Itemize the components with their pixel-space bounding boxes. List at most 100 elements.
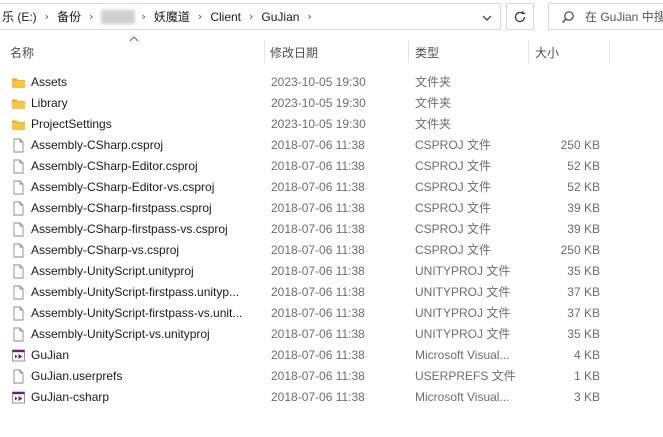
file-row[interactable]: Assembly-UnityScript-firstpass.unityp...… [0, 282, 663, 303]
file-name: Assembly-CSharp-firstpass.csproj [31, 201, 212, 215]
breadcrumb-gujian[interactable]: GuJian [258, 10, 302, 24]
file-date: 2018-07-06 11:38 [271, 390, 365, 404]
folder-icon [11, 75, 26, 90]
column-divider[interactable] [528, 40, 529, 64]
file-date: 2023-10-05 19:30 [271, 117, 366, 131]
file-size: 250 KB [560, 243, 600, 257]
file-size: 52 KB [567, 159, 600, 173]
file-date: 2018-07-06 11:38 [271, 180, 365, 194]
file-type: USERPREFS 文件 [415, 369, 516, 383]
file-row[interactable]: Assembly-CSharp-Editor-vs.csproj 2018-07-… [0, 177, 663, 198]
breadcrumb-drive[interactable]: 乐 (E:) [0, 8, 40, 25]
file-row[interactable]: Assembly-UnityScript.unityproj 2018-07-06… [0, 261, 663, 282]
file-row[interactable]: Assembly-CSharp-firstpass.csproj 2018-07-… [0, 198, 663, 219]
file-row[interactable]: Assembly-UnityScript-vs.unityproj 2018-07… [0, 324, 663, 345]
breadcrumb-redacted[interactable] [100, 9, 135, 24]
file-date: 2018-07-06 11:38 [271, 201, 365, 215]
file-name: Library [31, 96, 68, 110]
file-size: 37 KB [567, 285, 600, 299]
refresh-button[interactable] [506, 3, 534, 30]
file-icon [11, 285, 26, 300]
chevron-right-icon[interactable]: › [40, 10, 54, 23]
file-icon [11, 369, 26, 384]
file-size [530, 72, 600, 93]
refresh-icon [514, 10, 526, 22]
file-type: UNITYPROJ 文件 [415, 327, 511, 341]
column-header-type[interactable]: 类型 [415, 38, 439, 66]
column-divider[interactable] [408, 40, 409, 64]
address-bar[interactable]: 乐 (E:) › 备份 › › 妖魔道 › Client › GuJian › [0, 3, 501, 30]
file-name: GuJian.userprefs [31, 369, 123, 383]
file-icon [11, 180, 26, 195]
file-name: Assembly-CSharp-Editor-vs.csproj [31, 180, 215, 194]
file-type: Microsoft Visual... [415, 348, 510, 362]
file-date: 2018-07-06 11:38 [271, 159, 365, 173]
file-icon [11, 327, 26, 342]
file-date: 2018-07-06 11:38 [271, 369, 365, 383]
chevron-down-icon[interactable] [480, 11, 494, 25]
breadcrumb-backup[interactable]: 备份 [54, 8, 84, 25]
file-row[interactable]: Assembly-CSharp.csproj 2018-07-06 11:38 CS… [0, 135, 663, 156]
file-row[interactable]: GuJian.userprefs 2018-07-06 11:38 USERPREF… [0, 366, 663, 387]
file-date: 2023-10-05 19:30 [271, 96, 366, 110]
column-header-size[interactable]: 大小 [535, 38, 559, 66]
visual-studio-icon [11, 348, 26, 363]
file-icon [11, 264, 26, 279]
file-size [530, 93, 600, 114]
file-row[interactable]: Assembly-UnityScript-firstpass-vs.unit..… [0, 303, 663, 324]
folder-icon [11, 96, 26, 111]
file-type: CSPROJ 文件 [415, 222, 492, 236]
file-name: Assembly-UnityScript-firstpass-vs.unit..… [31, 306, 243, 320]
chevron-right-icon[interactable]: › [302, 10, 316, 23]
file-row[interactable]: Assembly-CSharp-firstpass-vs.csproj 2018-… [0, 219, 663, 240]
file-row[interactable]: Library 2023-10-05 19:30 文件夹 [0, 93, 663, 114]
file-type: 文件夹 [415, 96, 452, 110]
file-size: 3 KB [573, 390, 600, 404]
file-date: 2018-07-06 11:38 [271, 264, 365, 278]
file-icon [11, 306, 26, 321]
chevron-right-icon[interactable]: › [137, 10, 151, 23]
chevron-right-icon[interactable]: › [84, 10, 98, 23]
file-size: 250 KB [560, 138, 600, 152]
breadcrumb-yaomodao[interactable]: 妖魔道 [151, 8, 193, 25]
column-divider[interactable] [264, 40, 265, 64]
file-size: 39 KB [567, 201, 600, 215]
visual-studio-icon [11, 390, 26, 405]
file-name: Assembly-CSharp-firstpass-vs.csproj [31, 222, 228, 236]
breadcrumb-client[interactable]: Client [207, 10, 244, 24]
breadcrumb: 乐 (E:) › 备份 › › 妖魔道 › Client › GuJian › [0, 4, 317, 29]
file-row[interactable]: GuJian 2018-07-06 11:38 Microsoft Visual..… [0, 345, 663, 366]
file-icon [11, 243, 26, 258]
file-date: 2018-07-06 11:38 [271, 138, 365, 152]
file-name: ProjectSettings [31, 117, 112, 131]
file-icon [11, 159, 26, 174]
file-type: CSPROJ 文件 [415, 201, 492, 215]
file-type: UNITYPROJ 文件 [415, 285, 511, 299]
file-size: 4 KB [573, 348, 600, 362]
file-list: Assets 2023-10-05 19:30 文件夹 Library 2023-10… [0, 72, 663, 408]
file-size: 1 KB [573, 369, 600, 383]
file-row[interactable]: Assets 2023-10-05 19:30 文件夹 [0, 72, 663, 93]
chevron-right-icon[interactable]: › [193, 10, 207, 23]
file-type: UNITYPROJ 文件 [415, 264, 511, 278]
file-date: 2023-10-05 19:30 [271, 75, 366, 89]
column-header-date[interactable]: 修改日期 [270, 38, 318, 66]
file-row[interactable]: Assembly-CSharp-Editor.csproj 2018-07-06 … [0, 156, 663, 177]
column-divider[interactable] [609, 40, 610, 64]
search-placeholder: 在 GuJian 中搜 [585, 10, 663, 24]
search-input[interactable]: 在 GuJian 中搜 [548, 3, 663, 30]
column-header-name[interactable]: 名称 [10, 38, 34, 66]
file-row[interactable]: ProjectSettings 2023-10-05 19:30 文件夹 [0, 114, 663, 135]
chevron-right-icon[interactable]: › [244, 10, 258, 23]
file-type: CSPROJ 文件 [415, 138, 492, 152]
file-row[interactable]: Assembly-CSharp-vs.csproj 2018-07-06 11:3… [0, 240, 663, 261]
file-name: Assembly-UnityScript.unityproj [31, 264, 194, 278]
file-size: 39 KB [567, 222, 600, 236]
file-row[interactable]: GuJian-csharp 2018-07-06 11:38 Microsoft V… [0, 387, 663, 408]
file-type: CSPROJ 文件 [415, 180, 492, 194]
file-icon [11, 222, 26, 237]
file-name: Assembly-CSharp-Editor.csproj [31, 159, 198, 173]
file-type: CSPROJ 文件 [415, 159, 492, 173]
file-type: 文件夹 [415, 117, 452, 131]
folder-icon [11, 117, 26, 132]
